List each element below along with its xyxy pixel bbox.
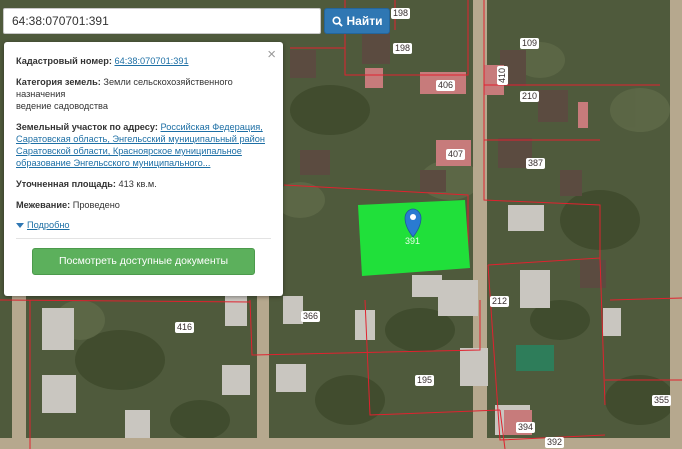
land-category-label: Категория земель:	[16, 77, 101, 87]
parcel-label: 410	[497, 65, 509, 86]
parcel-label: 355	[652, 395, 672, 406]
address-label: Земельный участок по адресу:	[16, 122, 158, 132]
parcel-label: 366	[301, 311, 321, 322]
cadastral-number-row: Кадастровый номер: 64:38:070701:391	[16, 55, 271, 67]
divider	[16, 238, 271, 239]
parcel-label: 198	[393, 43, 413, 54]
survey-label: Межевание:	[16, 200, 71, 210]
parcel-label: 387	[526, 158, 546, 169]
search-button[interactable]: Найти	[324, 8, 390, 34]
land-usage-value: ведение садоводства	[16, 101, 108, 111]
parcel-label: 212	[490, 296, 510, 307]
parcel-label: 198	[391, 8, 411, 19]
area-row: Уточненная площадь: 413 кв.м.	[16, 178, 271, 190]
parcel-label: 195	[415, 375, 435, 386]
details-label: Подробно	[27, 220, 70, 230]
address-row: Земельный участок по адресу: Российская …	[16, 121, 271, 169]
survey-row: Межевание: Проведено	[16, 199, 271, 211]
cadastral-search-input[interactable]: 64:38:070701:391	[3, 8, 321, 34]
parcel-label: 392	[545, 437, 565, 448]
survey-value: Проведено	[72, 200, 120, 210]
parcel-label: 391	[405, 236, 421, 246]
area-label: Уточненная площадь:	[16, 179, 116, 189]
close-icon[interactable]: ×	[267, 47, 276, 63]
search-button-label: Найти	[346, 14, 383, 28]
view-documents-button[interactable]: Посмотреть доступные документы	[32, 248, 255, 275]
details-toggle[interactable]: Подробно	[16, 219, 271, 231]
land-category-row: Категория земель: Земли сельскохозяйстве…	[16, 76, 271, 112]
search-icon	[331, 15, 343, 27]
parcel-label: 394	[516, 422, 536, 433]
cadastral-number-link[interactable]: 64:38:070701:391	[114, 56, 188, 66]
parcel-label: 416	[175, 322, 195, 333]
caret-down-icon	[16, 222, 24, 228]
parcel-label: 407	[446, 149, 466, 160]
parcel-label: 406	[436, 80, 456, 91]
cadastral-number-label: Кадастровый номер:	[16, 56, 112, 66]
parcel-label: 210	[520, 91, 540, 102]
parcel-info-popup: × Кадастровый номер: 64:38:070701:391 Ка…	[4, 42, 283, 296]
parcel-label: 109	[520, 38, 540, 49]
area-value: 413 кв.м.	[118, 179, 157, 189]
